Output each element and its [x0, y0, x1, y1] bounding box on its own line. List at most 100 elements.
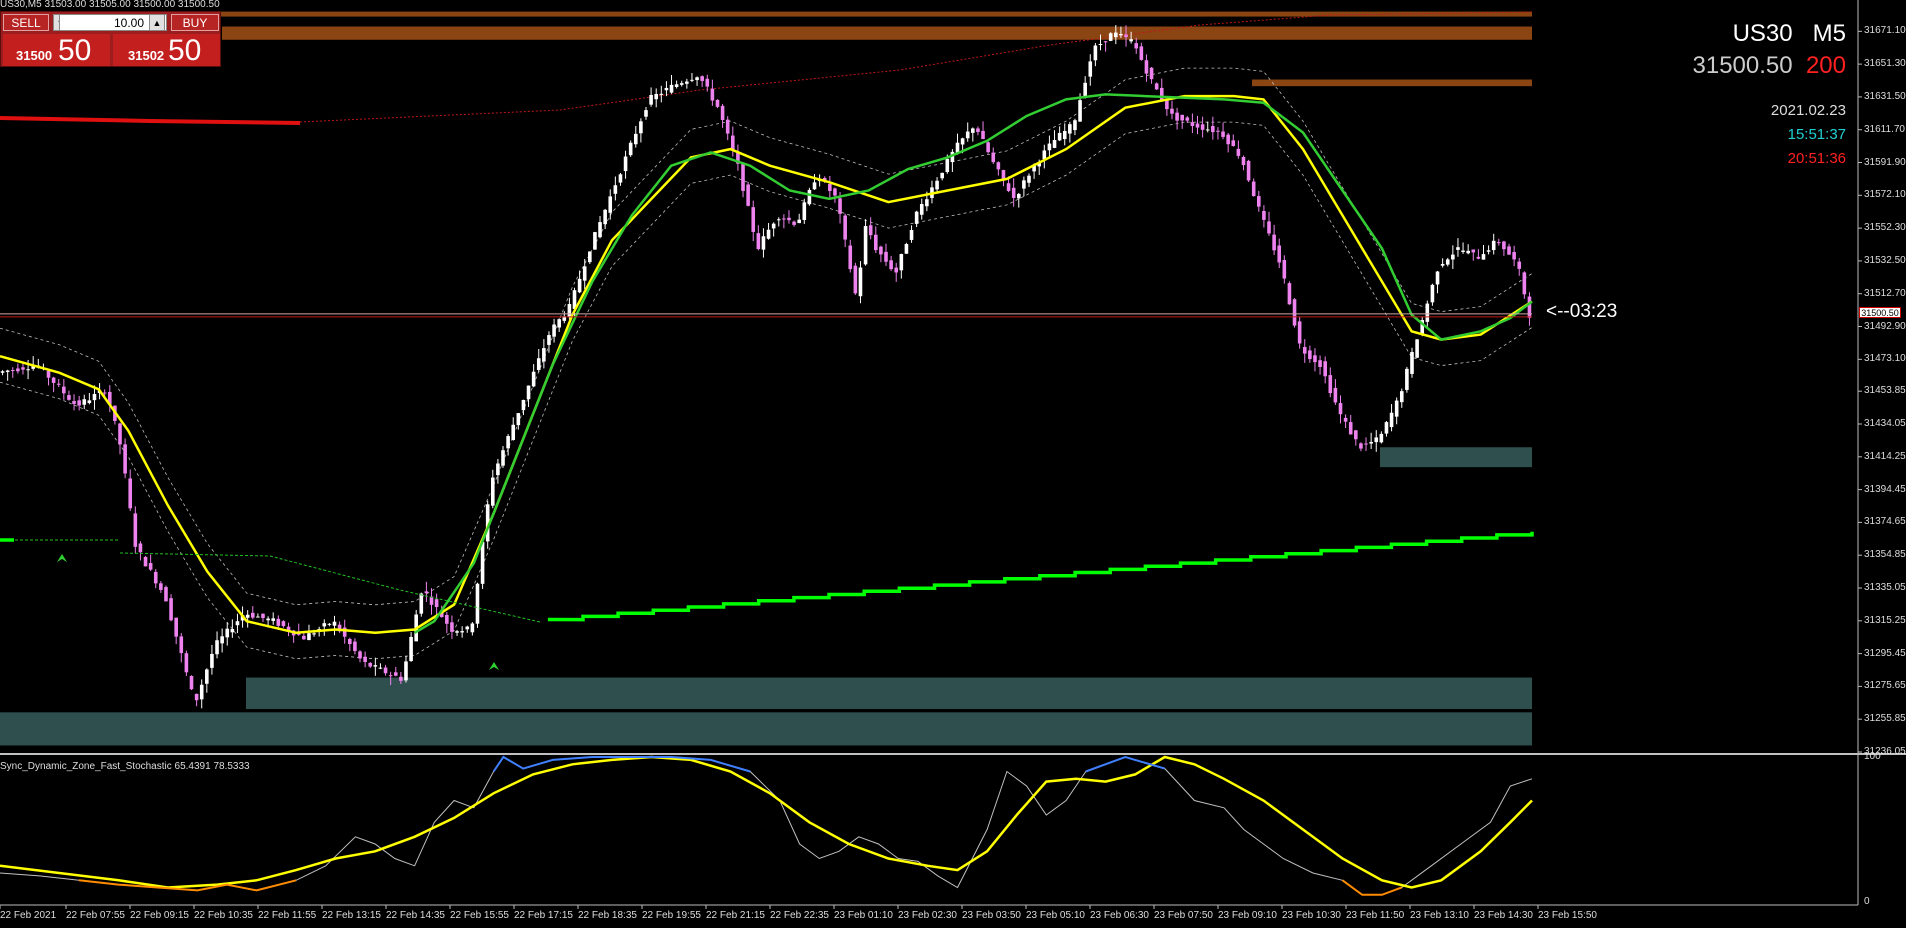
candle-body — [608, 196, 613, 213]
price-tick-label: 31512.70 — [1864, 287, 1906, 299]
candle-body — [1430, 284, 1435, 303]
zone-demand-3 — [0, 712, 1532, 746]
candle-body — [628, 142, 633, 156]
candle-body — [1124, 34, 1128, 38]
candle-body — [639, 121, 643, 134]
candle-body — [281, 621, 286, 627]
candle-body — [986, 142, 990, 153]
candle-body — [148, 563, 153, 570]
candle-body — [644, 110, 648, 117]
time-tick-label: 22 Feb 17:15 — [514, 910, 573, 921]
candle-body — [843, 215, 847, 240]
time-tick-label: 23 Feb 07:50 — [1154, 910, 1213, 921]
candle-body — [220, 636, 224, 644]
candle-body — [1507, 246, 1511, 255]
candle-body — [51, 377, 56, 383]
candle-body — [1221, 131, 1225, 137]
spread-value: 200 — [1805, 52, 1846, 79]
candle-body — [21, 367, 25, 370]
candle-body — [455, 631, 459, 633]
candle-body — [10, 369, 15, 371]
sell-price-big: 50 — [58, 34, 92, 67]
candle-countdown: <--03:23 — [1546, 301, 1618, 322]
trend-line — [547, 531, 1534, 622]
time-tick-label: 23 Feb 06:30 — [1090, 910, 1149, 921]
candle-body — [46, 370, 51, 378]
candle-body — [82, 399, 87, 405]
chart-header: US30,M5 31503.00 31505.00 31500.00 31500… — [0, 0, 220, 10]
candle-body — [87, 400, 92, 404]
candle-body — [1466, 250, 1470, 254]
time-tick-label: 23 Feb 03:50 — [962, 910, 1021, 921]
candle-body — [751, 207, 756, 232]
price-tick-label: 31453.85 — [1864, 385, 1906, 397]
candle-body — [828, 183, 832, 191]
sell-quote[interactable]: 31500 50 — [3, 34, 110, 67]
buy-button[interactable]: BUY — [171, 14, 219, 31]
candle-body — [62, 386, 66, 394]
candle-body — [746, 184, 750, 206]
candle-body — [511, 424, 516, 440]
candle-body — [1231, 140, 1236, 146]
local-time: 20:51:36 — [1787, 150, 1846, 167]
candle-body — [1318, 360, 1322, 367]
candle-body — [945, 158, 950, 173]
candle-body — [378, 667, 383, 669]
candle-body — [1313, 355, 1317, 363]
candle-body — [1440, 263, 1445, 266]
candle-body — [1251, 181, 1256, 197]
candle-body — [649, 94, 653, 105]
candle-body — [710, 88, 715, 101]
price-tick-label: 31552.30 — [1864, 222, 1906, 234]
candle-body — [1083, 82, 1087, 97]
candle-body — [348, 638, 352, 645]
candle-body — [450, 622, 454, 632]
candle-body — [332, 621, 337, 626]
candle-body — [1154, 83, 1159, 90]
candle-body — [1200, 124, 1205, 130]
candle-body — [235, 621, 240, 626]
candle-body — [1328, 375, 1333, 394]
price-tick-label: 31335.05 — [1864, 581, 1906, 593]
candle-body — [940, 172, 944, 179]
price-tick-label: 31295.45 — [1864, 647, 1906, 659]
candle-body — [133, 513, 138, 547]
candle-body — [1517, 261, 1522, 269]
candle-body — [1394, 400, 1399, 417]
candle-body — [210, 653, 214, 668]
candle-body — [863, 226, 868, 265]
candle-body — [184, 653, 189, 673]
candle-body — [598, 222, 602, 238]
candle-body — [557, 319, 561, 328]
candle-body — [868, 225, 873, 236]
buy-quote[interactable]: 31502 50 — [113, 34, 220, 67]
price-tick-label: 31434.05 — [1864, 417, 1906, 429]
candle-body — [312, 633, 316, 635]
candle-body — [1272, 234, 1276, 251]
price-chart[interactable] — [0, 0, 1906, 928]
candle-body — [399, 676, 403, 681]
symbol-timeframe: US30 M5 — [1733, 20, 1846, 48]
candle-body — [1384, 422, 1389, 434]
candle-body — [460, 631, 464, 633]
candle-body — [1323, 361, 1327, 377]
candle-body — [128, 478, 133, 509]
bid-price: 31500.50 — [1692, 52, 1793, 79]
candle-body — [1205, 129, 1210, 131]
candle-body — [194, 693, 199, 701]
time-tick-label: 22 Feb 15:55 — [450, 910, 509, 921]
sell-button[interactable]: SELL — [3, 14, 49, 31]
candle-body — [526, 385, 531, 400]
time-tick-label: 23 Feb 01:10 — [834, 910, 893, 921]
time-tick-label: 22 Feb 21:15 — [706, 910, 765, 921]
candle-body — [1308, 350, 1312, 360]
candle-body — [588, 251, 592, 263]
candle-body — [1006, 183, 1011, 191]
candle-body — [1282, 260, 1287, 279]
price-spread: 31500.50 200 — [1693, 52, 1847, 80]
candle-body — [0, 371, 5, 373]
candle-body — [1267, 221, 1271, 234]
candle-body — [991, 152, 996, 163]
lots-up-button[interactable]: ▲ — [149, 14, 165, 31]
candle-body — [766, 229, 771, 239]
